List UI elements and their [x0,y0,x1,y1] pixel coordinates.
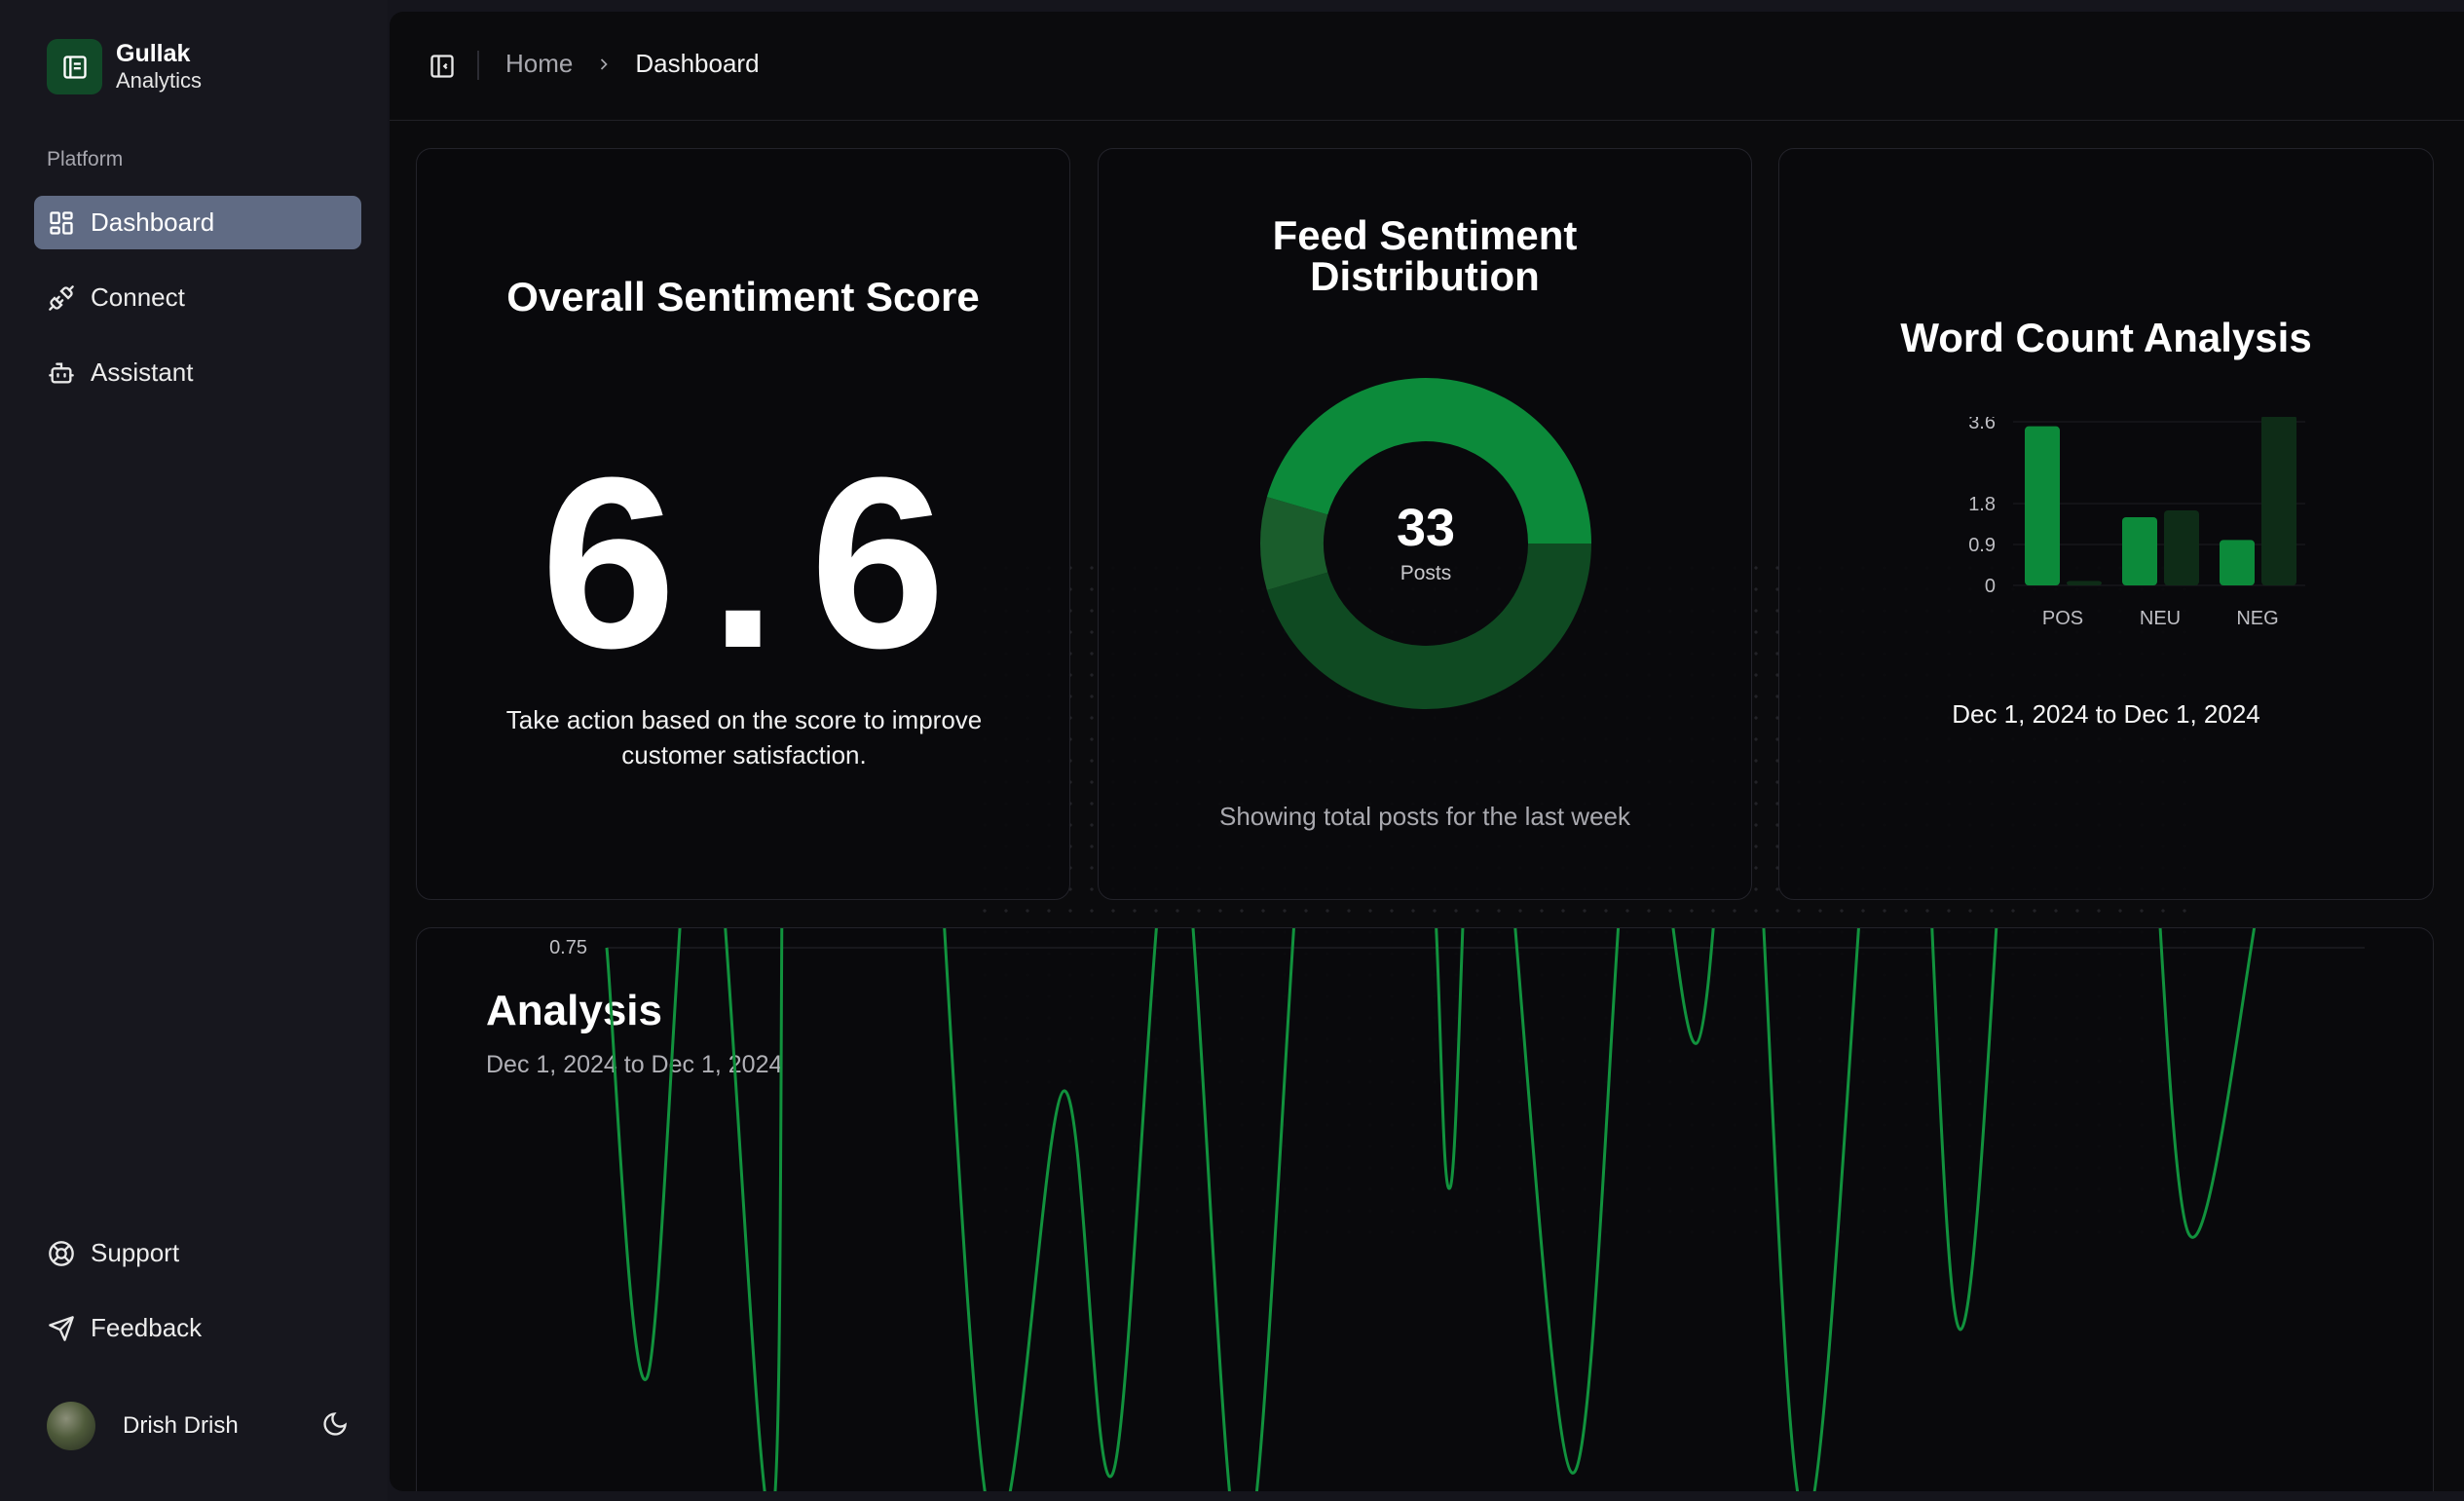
donut-total: 33 [1396,499,1456,557]
sentiment-score-note: Take action based on the score to improv… [505,705,983,769]
bar-neu-0[interactable] [2122,517,2157,585]
breadcrumb-current: Dashboard [635,49,760,78]
bar-pos-0[interactable] [2025,426,2060,585]
brand-logo-icon [47,39,102,94]
donut-footer: Showing total posts for the last week [1218,802,1630,831]
analysis-card: Analysis Dec 1, 2024 to Dec 1, 2024 0.75… [416,927,2434,1491]
bot-icon [49,362,74,383]
sidebar-item-dashboard[interactable]: Dashboard [34,196,361,249]
bar-neu-1[interactable] [2164,510,2199,585]
breadcrumb-home[interactable]: Home [505,49,573,79]
word-count-card: Word Count Analysis 0 0.9 1.8 3.6 POS NEU NEG … [1778,148,2434,900]
y-tick-label: 1.8 [1968,494,1996,515]
card-title: Word Count Analysis [1900,315,2312,360]
sidebar-nav: Dashboard Connect Assistant [34,196,361,421]
x-tick-label: NEU [2140,608,2181,629]
sidebar-item-feedback[interactable]: Feedback [34,1301,361,1355]
card-title: Feed Sentiment Distribution [1099,215,1751,297]
y-tick-label: 0.9 [1968,535,1996,556]
card-title: Overall Sentiment Score [506,274,980,319]
sidebar-item-label: Dashboard [91,207,215,237]
user-name: Drish Drish [123,1412,239,1439]
user-profile[interactable]: Drish Drish [47,1400,349,1452]
card-title-line: Distribution [1310,253,1540,299]
donut-chart: 33 Posts [1257,375,1594,712]
lifebuoy-icon [49,1240,74,1266]
dashboard-icon [50,210,73,235]
brand-subtitle: Analytics [116,68,203,94]
y-tick-label: 0.75 [549,937,587,958]
word-count-date-range: Dec 1, 2024 to Dec 1, 2024 [1952,699,2260,729]
section-label-platform: Platform [47,148,124,170]
topbar-divider [477,51,479,80]
sidebar-item-connect[interactable]: Connect [34,271,361,324]
top-bar: Home Dashboard [390,12,2464,121]
send-icon [49,1315,74,1341]
sidebar-item-label: Feedback [91,1313,203,1342]
bar-pos-1[interactable] [2067,581,2102,585]
sidebar-item-label: Assistant [91,357,194,387]
moon-icon[interactable] [321,1410,349,1443]
card-title-line: Feed Sentiment [1272,212,1578,258]
feed-distribution-card: Feed Sentiment Distribution 33 Posts Sho… [1098,148,1752,900]
analysis-line-chart: 0.751 [549,928,2365,1491]
bar-neg-1[interactable] [2261,417,2296,585]
main-content: Home Dashboard Overall Sentiment Score 6… [390,12,2464,1491]
brand-name: Gullak [116,40,191,68]
sidebar-item-label: Connect [91,282,185,312]
plug-icon [49,284,74,311]
y-tick-label: 0 [1985,576,1996,597]
sidebar-item-label: Support [91,1238,180,1267]
sidebar: Gullak Analytics Platform Dashboard Conn… [0,0,388,1501]
word-count-bar-chart: 0 0.9 1.8 3.6 POS NEU NEG [1968,417,2305,629]
donut-unit: Posts [1400,562,1452,584]
sidebar-item-assistant[interactable]: Assistant [34,346,361,399]
bar-neg-0[interactable] [2220,540,2255,585]
sidebar-toggle-icon[interactable] [429,53,456,85]
y-tick-label: 3.6 [1968,417,1996,433]
avatar [47,1402,95,1450]
sentiment-score-value: 6.6 [541,427,979,698]
analysis-series-line [605,928,2257,1491]
sidebar-item-support[interactable]: Support [34,1226,361,1280]
sentiment-score-card: Overall Sentiment Score 6.6 Take action … [416,148,1070,900]
sidebar-secondary-nav: Support Feedback [34,1226,361,1376]
chevron-right-icon [594,55,614,74]
x-tick-label: NEG [2236,608,2278,629]
breadcrumb: Home Dashboard [505,49,760,79]
x-tick-label: POS [2042,608,2083,629]
brand[interactable]: Gullak Analytics [47,39,202,94]
